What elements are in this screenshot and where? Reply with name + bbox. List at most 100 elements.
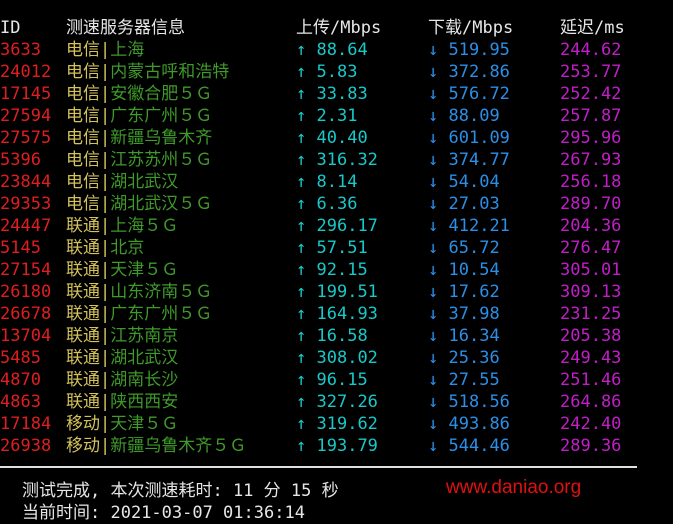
server-info: 联通|山东济南５Ｇ: [66, 281, 212, 303]
divider: [0, 466, 637, 468]
server-location: 内蒙古呼和浩特: [110, 62, 230, 82]
server-id: 5396: [0, 150, 41, 170]
server-info: 电信|广东广州５Ｇ: [66, 105, 212, 127]
download-value: 25.36: [448, 348, 500, 368]
down-arrow-icon: ↓: [428, 128, 439, 148]
latency-value: 267.93: [560, 150, 622, 170]
up-arrow-icon: ↑: [296, 172, 307, 192]
download-speed: ↓ 576.72: [428, 83, 510, 105]
separator: |: [100, 304, 111, 324]
latency-value: 231.25: [560, 304, 622, 324]
up-arrow-icon: ↑: [296, 194, 307, 214]
download-value: 37.98: [448, 304, 500, 324]
header-latency: 延迟/ms: [560, 18, 625, 38]
down-arrow-icon: ↓: [428, 238, 439, 258]
upload-speed: ↑ 6.36: [296, 193, 357, 215]
server-info: 联通|北京: [66, 237, 144, 259]
separator: |: [100, 150, 111, 170]
down-arrow-icon: ↓: [428, 436, 439, 456]
server-location: 安徽合肥５Ｇ: [110, 84, 213, 104]
latency-value: 251.46: [560, 370, 622, 390]
separator: |: [100, 414, 111, 434]
server-location: 江苏苏州５Ｇ: [110, 150, 213, 170]
watermark: www.daniao.org: [446, 477, 582, 498]
separator: |: [100, 348, 111, 368]
upload-speed: ↑ 193.79: [296, 435, 378, 457]
down-arrow-icon: ↓: [428, 106, 439, 126]
up-arrow-icon: ↑: [296, 348, 307, 368]
isp-name: 联通: [66, 260, 100, 280]
server-id: 27154: [0, 260, 52, 280]
server-id: 4863: [0, 392, 41, 412]
up-arrow-icon: ↑: [296, 150, 307, 170]
upload-value: 92.15: [316, 260, 368, 280]
download-value: 54.04: [448, 172, 500, 192]
table-row: 24012 电信|内蒙古呼和浩特 ↑ 5.83 ↓ 372.86 253.77: [0, 61, 673, 83]
upload-value: 96.15: [316, 370, 368, 390]
upload-speed: ↑ 308.02: [296, 347, 378, 369]
table-header: ID 测速服务器信息 上传/Mbps 下载/Mbps 延迟/ms: [0, 17, 673, 39]
separator: |: [100, 238, 111, 258]
download-value: 17.62: [448, 282, 500, 302]
upload-value: 327.26: [316, 392, 378, 412]
latency-value: 253.77: [560, 62, 622, 82]
down-arrow-icon: ↓: [428, 304, 439, 324]
upload-speed: ↑ 57.51: [296, 237, 368, 259]
separator: |: [100, 392, 111, 412]
isp-name: 联通: [66, 370, 100, 390]
isp-name: 电信: [66, 84, 100, 104]
down-arrow-icon: ↓: [428, 40, 439, 60]
download-speed: ↓ 88.09: [428, 105, 500, 127]
latency-value: 205.38: [560, 326, 622, 346]
up-arrow-icon: ↑: [296, 84, 307, 104]
upload-speed: ↑ 40.40: [296, 127, 368, 149]
latency-value: 276.47: [560, 238, 622, 258]
server-location: 广东广州５Ｇ: [110, 106, 213, 126]
latency-value: 242.40: [560, 414, 622, 434]
isp-name: 联通: [66, 326, 100, 346]
server-id: 17184: [0, 414, 52, 434]
latency-value: 257.87: [560, 106, 622, 126]
download-speed: ↓ 27.03: [428, 193, 500, 215]
upload-speed: ↑ 8.14: [296, 171, 357, 193]
latency-value: 249.43: [560, 348, 622, 368]
up-arrow-icon: ↑: [296, 106, 307, 126]
download-speed: ↓ 54.04: [428, 171, 500, 193]
up-arrow-icon: ↑: [296, 62, 307, 82]
download-value: 519.95: [448, 40, 510, 60]
download-speed: ↓ 25.36: [428, 347, 500, 369]
download-value: 518.56: [448, 392, 510, 412]
upload-speed: ↑ 327.26: [296, 391, 378, 413]
upload-speed: ↑ 2.31: [296, 105, 357, 127]
table-row: 17184 移动|天津５Ｇ ↑ 319.62 ↓ 493.86 242.40: [0, 413, 673, 435]
latency-value: 289.70: [560, 194, 622, 214]
download-speed: ↓ 37.98: [428, 303, 500, 325]
download-speed: ↓ 412.21: [428, 215, 510, 237]
server-location: 上海: [110, 40, 145, 60]
download-speed: ↓ 544.46: [428, 435, 510, 457]
header-upload: 上传/Mbps: [296, 18, 382, 38]
upload-value: 88.64: [316, 40, 368, 60]
up-arrow-icon: ↑: [296, 392, 307, 412]
download-speed: ↓ 518.56: [428, 391, 510, 413]
terminal-window: ID 测速服务器信息 上传/Mbps 下载/Mbps 延迟/ms 3633 电信|…: [0, 0, 673, 523]
server-info: 电信|上海: [66, 39, 144, 61]
isp-name: 电信: [66, 172, 100, 192]
up-arrow-icon: ↑: [296, 282, 307, 302]
upload-value: 308.02: [316, 348, 378, 368]
up-arrow-icon: ↑: [296, 260, 307, 280]
download-value: 10.54: [448, 260, 500, 280]
down-arrow-icon: ↓: [428, 194, 439, 214]
download-value: 16.34: [448, 326, 500, 346]
isp-name: 电信: [66, 106, 100, 126]
upload-speed: ↑ 199.51: [296, 281, 378, 303]
up-arrow-icon: ↑: [296, 304, 307, 324]
separator: |: [100, 370, 111, 390]
download-value: 493.86: [448, 414, 510, 434]
latency-value: 305.01: [560, 260, 622, 280]
up-arrow-icon: ↑: [296, 216, 307, 236]
download-speed: ↓ 519.95: [428, 39, 510, 61]
separator: |: [100, 326, 111, 346]
down-arrow-icon: ↓: [428, 150, 439, 170]
download-speed: ↓ 65.72: [428, 237, 500, 259]
